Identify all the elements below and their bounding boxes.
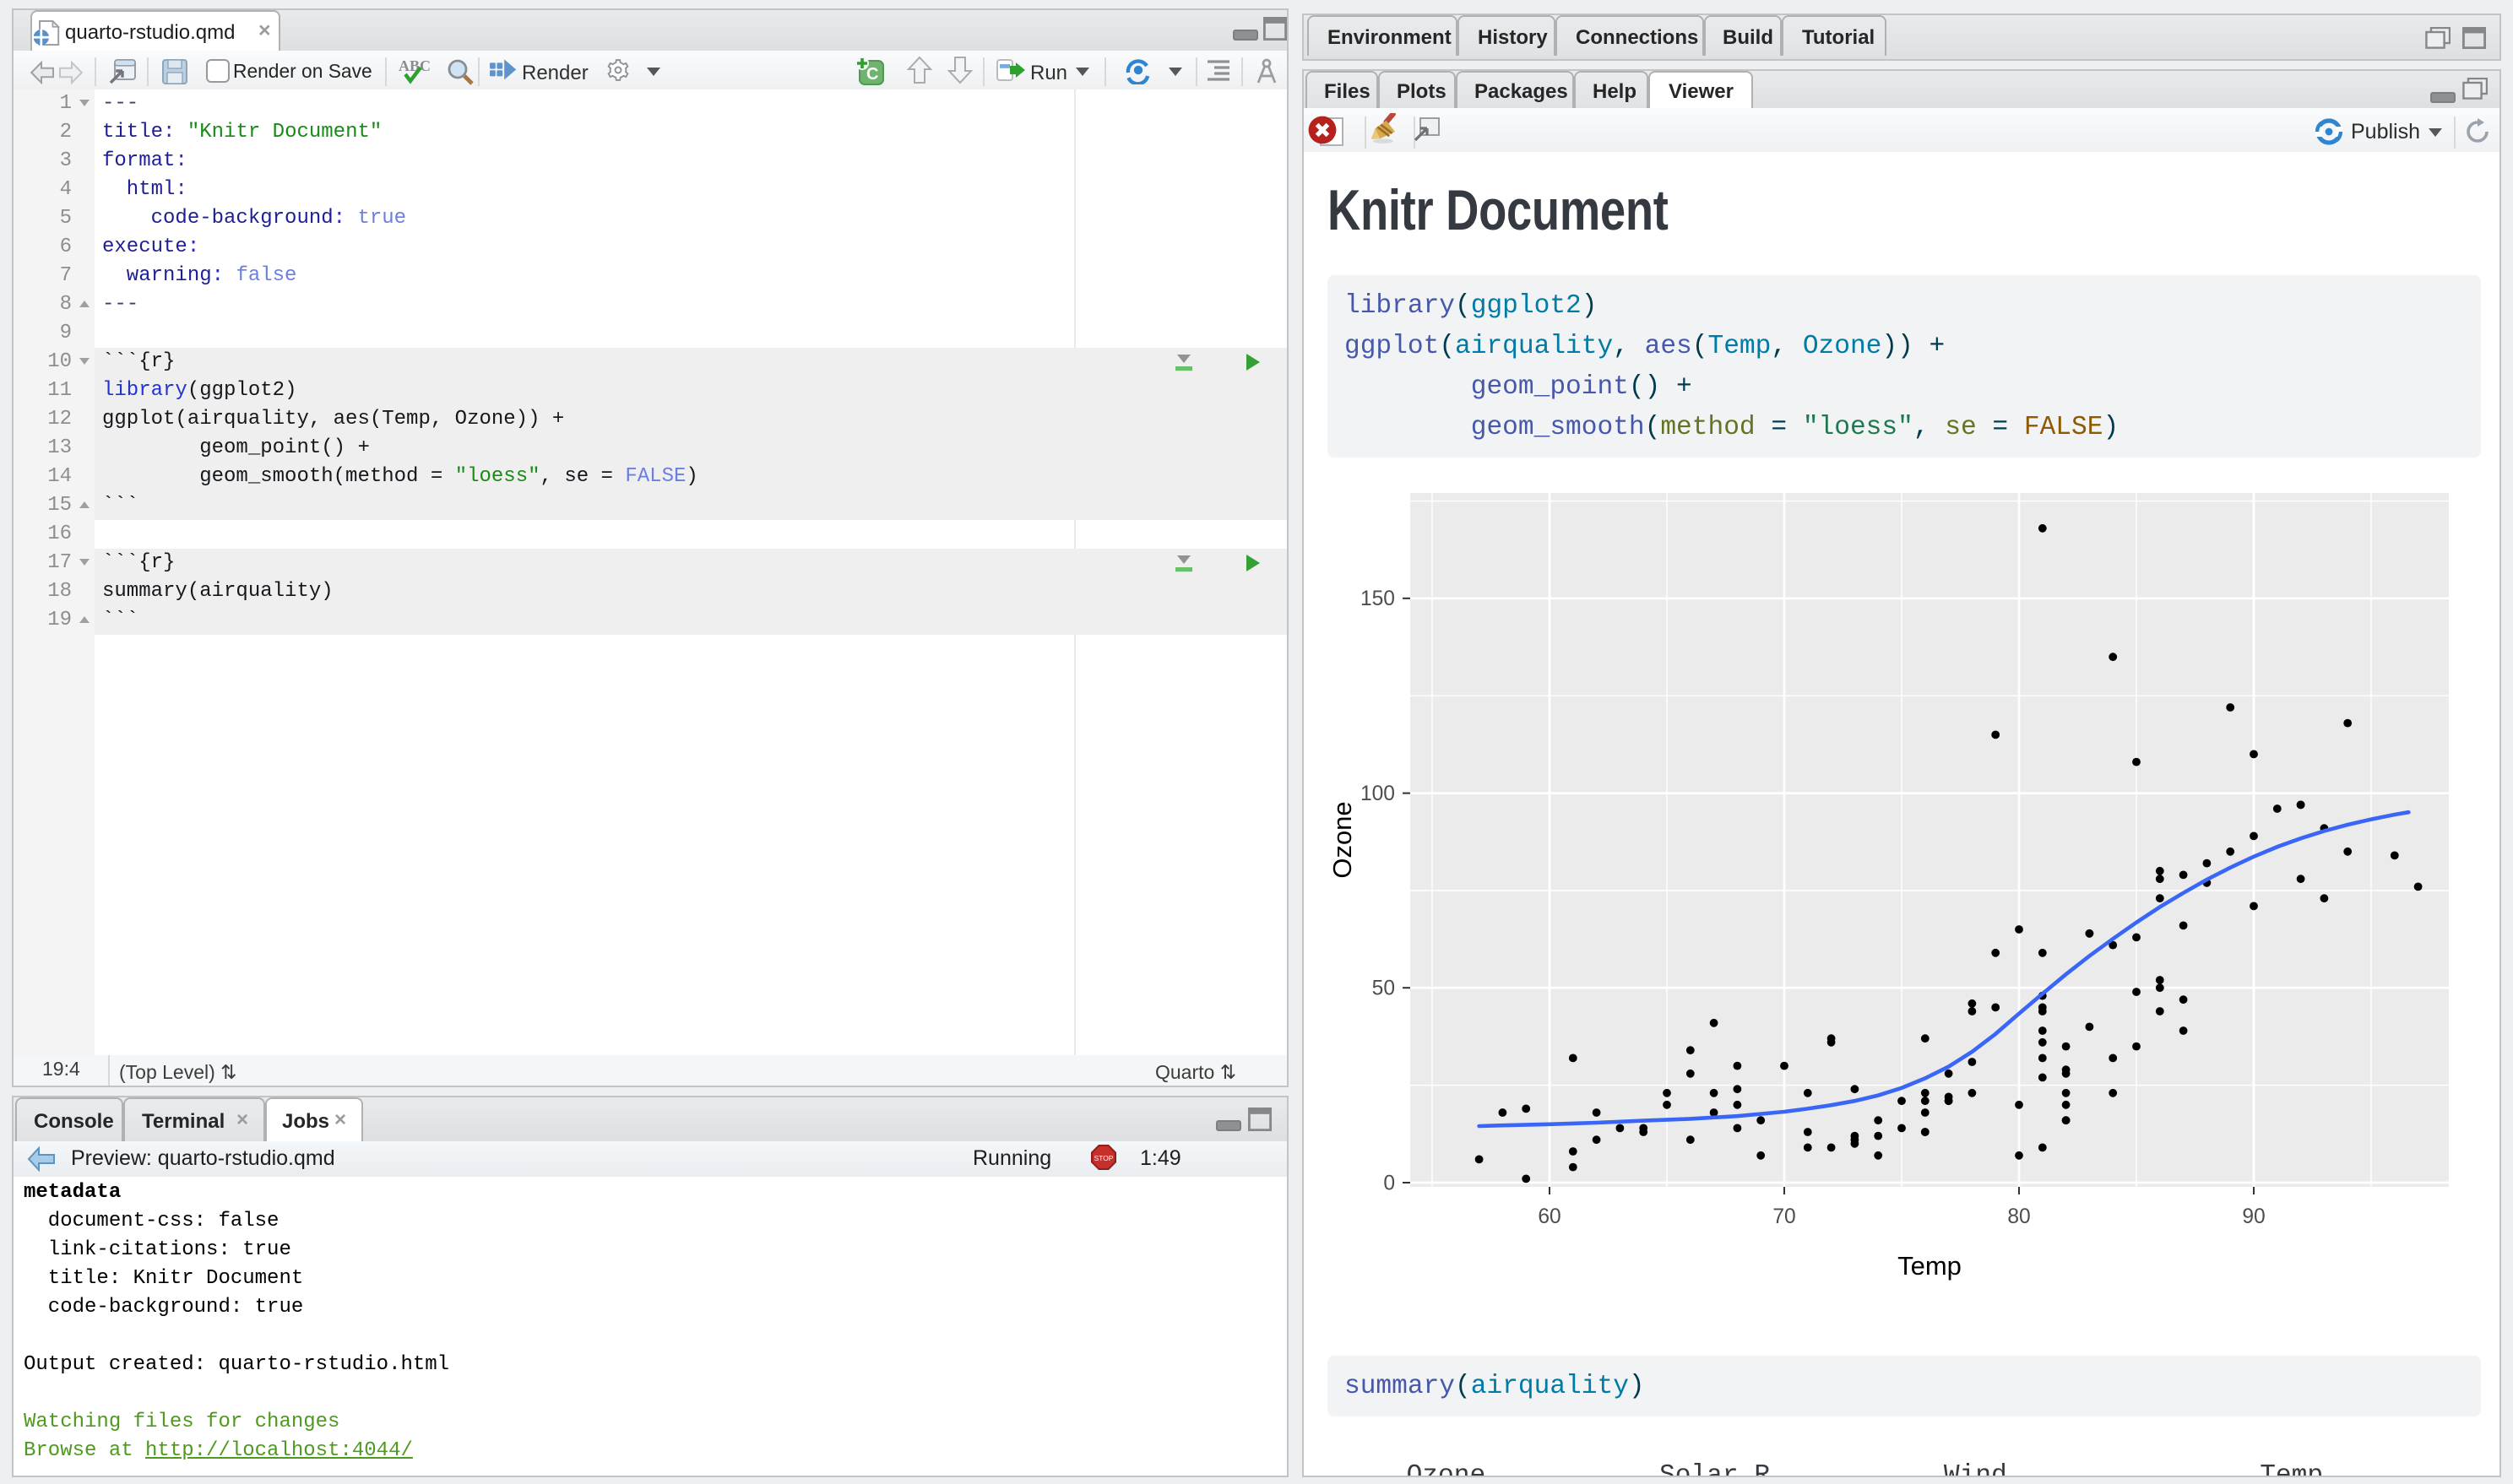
svg-text:0: 0: [1383, 1172, 1395, 1194]
svg-text:STOP: STOP: [1094, 1154, 1114, 1162]
svg-text:70: 70: [1772, 1205, 1795, 1228]
svg-text:100: 100: [1360, 783, 1395, 805]
svg-text:Temp: Temp: [1897, 1251, 1962, 1281]
svg-text:ABC: ABC: [399, 57, 431, 74]
svg-text:150: 150: [1360, 588, 1395, 610]
svg-text:80: 80: [2007, 1205, 2030, 1228]
svg-text:90: 90: [2242, 1205, 2265, 1228]
svg-text:60: 60: [1538, 1205, 1560, 1228]
svg-text:50: 50: [1372, 978, 1395, 1000]
svg-text:C: C: [866, 65, 878, 84]
svg-text:Ozone: Ozone: [1327, 801, 1357, 878]
